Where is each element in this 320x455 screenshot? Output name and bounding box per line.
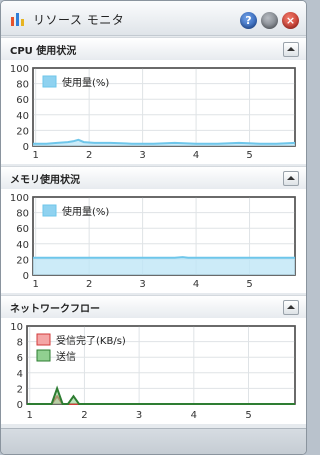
x-tick-label: 4 <box>191 410 197 421</box>
legend-label: 受信完了(KB/s) <box>56 334 126 347</box>
legend-swatch <box>36 349 51 362</box>
y-tick-label: 40 <box>16 111 29 122</box>
legend-swatch <box>42 204 57 217</box>
legend-label: 使用量(%) <box>62 76 109 89</box>
y-tick-label: 0 <box>23 271 29 282</box>
help-button[interactable]: ? <box>240 12 257 29</box>
x-tick-label: 3 <box>136 410 142 421</box>
bar-chart-icon <box>11 13 24 26</box>
cpu-panel-title: CPU 使用状況 <box>10 46 77 57</box>
y-tick-label: 0 <box>17 400 23 411</box>
cpu-chart-area: 0 20 40 60 80 100 1 2 3 4 5 使用量(%) <box>1 60 306 164</box>
x-tick-label: 5 <box>246 150 252 161</box>
y-tick-label: 40 <box>16 240 29 251</box>
y-tick-label: 8 <box>17 338 23 349</box>
resource-monitor-window: リソース モニタ ? × CPU 使用状況 0 20 40 60 80 100 1 2 3 4 5 使… <box>0 0 307 455</box>
x-tick-label: 1 <box>32 279 38 290</box>
legend-label: 使用量(%) <box>62 205 109 218</box>
y-tick-label: 0 <box>23 142 29 153</box>
y-tick-label: 20 <box>16 255 29 266</box>
y-tick-label: 80 <box>16 80 29 91</box>
y-tick-label: 6 <box>17 353 23 364</box>
x-tick-label: 1 <box>32 150 38 161</box>
cpu-panel-header: CPU 使用状況 <box>1 37 306 61</box>
x-tick-label: 2 <box>86 150 92 161</box>
x-tick-label: 3 <box>139 279 145 290</box>
network-collapse-button[interactable] <box>283 300 299 315</box>
series-area-0 <box>33 257 295 275</box>
series-line-0 <box>33 256 295 259</box>
network-panel-title: ネットワークフロー <box>10 304 100 315</box>
cpu-collapse-button[interactable] <box>283 42 299 57</box>
minimize-button[interactable] <box>261 12 278 29</box>
legend-swatch <box>42 75 57 88</box>
network-chart-area: 0 2 4 6 8 10 1 2 3 4 5 受信完了(KB/s) 送信 <box>1 318 306 424</box>
x-tick-label: 4 <box>193 279 199 290</box>
y-tick-label: 10 <box>10 322 23 333</box>
y-tick-label: 4 <box>17 369 23 380</box>
legend-swatch <box>36 333 51 346</box>
x-tick-label: 5 <box>245 410 251 421</box>
memory-collapse-button[interactable] <box>283 171 299 186</box>
x-tick-label: 5 <box>246 279 252 290</box>
y-tick-label: 60 <box>16 224 29 235</box>
window-footer <box>1 428 306 454</box>
cpu-chart: 0 20 40 60 80 100 1 2 3 4 5 使用量(%) <box>10 64 296 161</box>
x-tick-label: 3 <box>139 150 145 161</box>
x-tick-label: 1 <box>27 410 33 421</box>
memory-panel-title: メモリ使用状況 <box>10 175 80 186</box>
y-tick-label: 2 <box>17 384 23 395</box>
y-tick-label: 20 <box>16 126 29 137</box>
memory-chart: 0 20 40 60 80 100 1 2 3 4 5 使用量(%) <box>10 193 296 290</box>
legend-label: 送信 <box>56 350 76 363</box>
x-tick-label: 2 <box>86 279 92 290</box>
y-tick-label: 60 <box>16 95 29 106</box>
y-tick-label: 80 <box>16 209 29 220</box>
x-tick-label: 4 <box>193 150 199 161</box>
memory-chart-area: 0 20 40 60 80 100 1 2 3 4 5 使用量(%) <box>1 189 306 293</box>
network-panel-header: ネットワークフロー <box>1 295 306 319</box>
memory-panel-header: メモリ使用状況 <box>1 166 306 190</box>
close-button[interactable]: × <box>282 12 299 29</box>
network-chart: 02468101 2 3 4 5受信完了(KB/s)送信 <box>10 322 296 421</box>
title-bar[interactable]: リソース モニタ ? × <box>1 1 306 36</box>
window-title: リソース モニタ <box>33 13 125 27</box>
y-tick-label: 100 <box>10 64 29 75</box>
y-tick-label: 100 <box>10 193 29 204</box>
x-tick-label: 2 <box>81 410 87 421</box>
